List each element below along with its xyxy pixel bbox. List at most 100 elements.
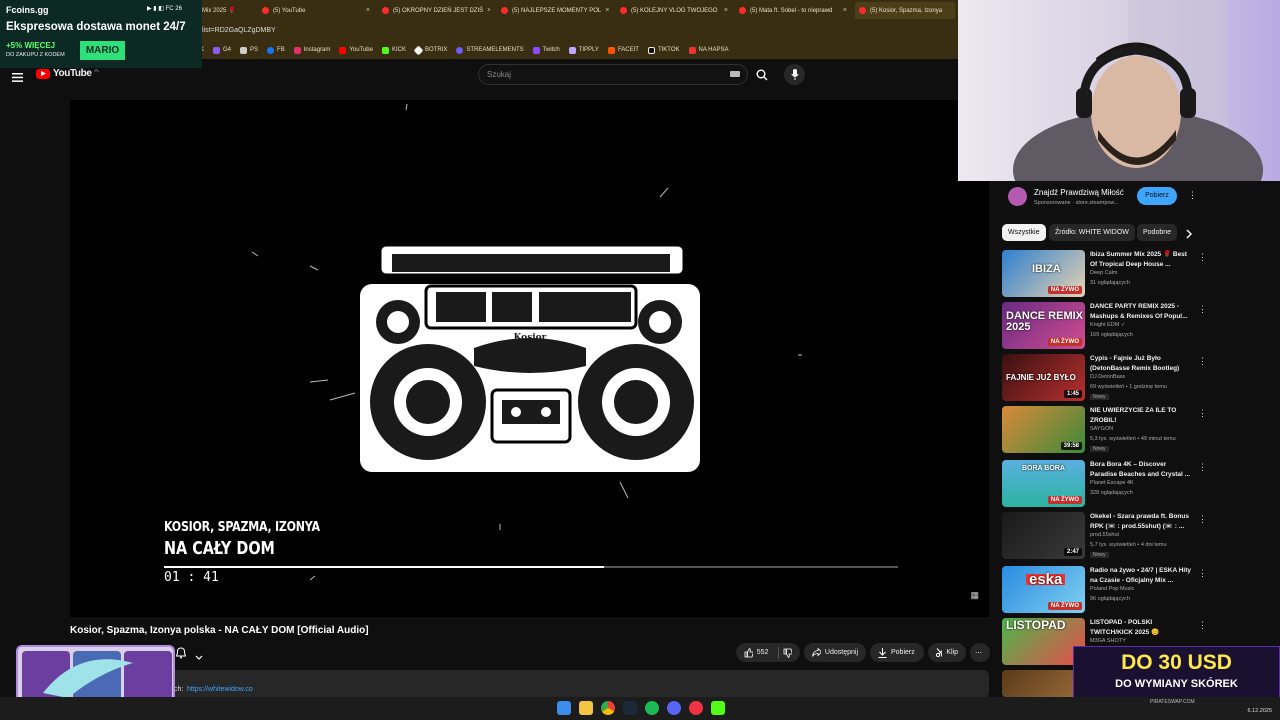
tab-label: (5) KOLEJNY VLOG TWOJEGO — [631, 7, 718, 14]
thumbs-down-icon[interactable] — [783, 648, 792, 658]
faceit-icon — [607, 46, 615, 54]
tab-label: (5) NAJLEPSZE MOMENTY POL — [512, 7, 602, 14]
bookmark-item[interactable]: KICK — [381, 46, 406, 54]
rec-meta: 328 oglądających — [1090, 490, 1133, 496]
taskbar-date: 6.12.2025 — [1247, 708, 1272, 714]
bookmark-item[interactable]: TIPPLY — [568, 46, 599, 54]
chevron-down-icon[interactable] — [195, 648, 203, 666]
more-vertical-icon[interactable]: ⋮ — [1188, 190, 1197, 201]
more-vertical-icon[interactable]: ⋮ — [1198, 568, 1207, 579]
rec-title: Ibiza Summer Mix 2025 🌹 Best Of Tropical… — [1090, 251, 1187, 268]
spotify-icon[interactable] — [645, 701, 659, 715]
like-button[interactable]: 552 — [736, 643, 800, 662]
logo-region: PL — [94, 68, 100, 73]
rec-channel: Deep Calm — [1090, 270, 1118, 276]
more-vertical-icon[interactable]: ⋮ — [1198, 462, 1207, 473]
recommendation-item[interactable]: FAJNIE JUŻ BYŁO 1:45 Cypis - Fajnie Już B… — [1002, 354, 1207, 404]
more-vertical-icon[interactable]: ⋮ — [1198, 304, 1207, 315]
instagram-icon — [293, 46, 301, 54]
download-icon — [878, 647, 887, 658]
rec-meta: 5,7 tys. wyświetleń • 4 dni temu — [1090, 542, 1167, 548]
recommendation-item[interactable]: 39:58 NIE UWIERZYCIE ZA ILE TO ZROBIL! S… — [1002, 406, 1207, 456]
recommendation-item[interactable]: eska NA ŻYWO Radio na żywo • 24/7 | ESKA … — [1002, 566, 1207, 616]
rec-channel: DJ DetonBass — [1090, 374, 1126, 380]
voice-search-button[interactable] — [784, 64, 805, 85]
browser-tab[interactable]: (5) NAJLEPSZE MOMENTY POL × — [501, 2, 609, 19]
bookmark-item[interactable]: FACEIT — [607, 46, 639, 54]
close-icon[interactable]: × — [487, 7, 490, 14]
close-icon[interactable]: × — [366, 7, 370, 14]
tab-label: Mix 2025 🌹 — [202, 8, 236, 14]
video-player[interactable]: Kosior KOSIOR, SPAZMA, IZONYA NA CAŁY DO… — [70, 100, 989, 617]
keyboard-icon[interactable] — [730, 71, 740, 77]
bookmark-item[interactable]: STREAMELEMENTS — [456, 46, 524, 54]
search-placeholder: Szukaj — [487, 70, 512, 79]
menu-icon[interactable] — [12, 69, 23, 87]
promo-site: PIRATESWAP.COM — [1150, 699, 1195, 705]
recommendation-item[interactable]: 2:47 Okekel - Szara prawda ft. Bonus RPK… — [1002, 512, 1207, 562]
live-badge: NA ŻYWO — [1047, 602, 1082, 610]
knife-icon — [43, 659, 133, 698]
download-button[interactable]: Pobierz — [870, 643, 924, 662]
browser-tab[interactable]: (5) OKROPNY DZIEŃ JEST DZIŚ × — [382, 2, 490, 19]
facebook-icon — [267, 46, 275, 54]
rec-title: Bora Bora 4K – Discover Paradise Beaches… — [1090, 461, 1191, 478]
recommendation-item[interactable]: DANCE REMIX 2025 NA ŻYWO DANCE PARTY REMI… — [1002, 302, 1207, 352]
ad-download-button[interactable]: Pobierz — [1137, 187, 1177, 205]
bookmark-icon — [688, 46, 696, 54]
chip-source[interactable]: Źródło: WHITE WIDOW — [1049, 224, 1135, 241]
browser-tab[interactable]: (5) KOLEJNY VLOG TWOJEGO × — [620, 2, 728, 19]
sponsored-ad[interactable]: Znajdź Prawdziwą Miłość Sponsorowane · s… — [1003, 184, 1203, 211]
bookmark-item[interactable]: FB — [267, 46, 285, 54]
url-text: list=RD2GaQLZgDMBY — [202, 27, 276, 34]
more-vertical-icon[interactable]: ⋮ — [1198, 356, 1207, 367]
browser-tab[interactable]: (5) YouTube × — [262, 2, 370, 19]
bookmark-icon — [213, 46, 221, 54]
thumbnail: FAJNIE JUŻ BYŁO 1:45 — [1002, 354, 1085, 401]
kick-icon[interactable] — [711, 701, 725, 715]
more-vertical-icon[interactable]: ⋮ — [1198, 408, 1207, 419]
chip-similar[interactable]: Podobne — [1137, 224, 1178, 241]
recommendation-item[interactable]: IBIZA NA ŻYWO Ibiza Summer Mix 2025 🌹 Bes… — [1002, 250, 1207, 300]
windows-start-icon[interactable] — [557, 701, 571, 715]
bookmark-item[interactable]: YouTube — [339, 46, 373, 54]
search-button[interactable] — [748, 64, 776, 85]
chrome-icon[interactable] — [601, 701, 615, 715]
more-vertical-icon[interactable]: ⋮ — [1198, 514, 1207, 525]
more-actions-button[interactable]: ⋯ — [970, 643, 990, 662]
bookmark-item[interactable]: Instagram — [293, 46, 330, 54]
notification-bell-icon[interactable] — [175, 646, 187, 664]
browser-tab-active[interactable]: (5) Kosior, Spazma, Izonya — [855, 2, 955, 19]
more-vertical-icon[interactable]: ⋮ — [1198, 252, 1207, 263]
browser-tab[interactable]: Mix 2025 🌹 — [202, 2, 258, 19]
bookmark-item[interactable]: NA HAPSA — [688, 46, 729, 54]
bookmark-item[interactable]: BOTRIX — [413, 45, 447, 55]
bookmark-item[interactable]: PS — [240, 46, 258, 54]
description-link[interactable]: https://whitewidow.co — [187, 686, 253, 693]
rec-channel: Planet Escape 4K — [1090, 480, 1134, 486]
steam-icon[interactable] — [623, 701, 637, 715]
app-icon[interactable] — [689, 701, 703, 715]
share-button[interactable]: Udostępnij — [804, 643, 866, 662]
rec-meta: 5,3 tys. wyświetleń • 49 minut temu — [1090, 436, 1176, 442]
ad-title: Znajdź Prawdziwą Miłość — [1034, 188, 1124, 197]
promo-headline: Ekspresowa dostawa monet 24/7 — [6, 21, 186, 33]
chip-all[interactable]: Wszystkie — [1002, 224, 1046, 241]
browser-tab[interactable]: (5) Mata ft. Sobel - to nieprawd × — [739, 2, 847, 19]
chevron-right-icon[interactable] — [1186, 226, 1193, 244]
discord-icon[interactable] — [667, 701, 681, 715]
bookmark-item[interactable]: TIKTOK — [647, 46, 680, 54]
more-vertical-icon[interactable]: ⋮ — [1198, 620, 1207, 631]
close-icon[interactable]: × — [605, 7, 609, 14]
search-input[interactable]: Szukaj — [478, 64, 748, 85]
close-icon[interactable]: × — [843, 7, 847, 14]
description-box[interactable]: ch: https://whitewidow.co — [70, 670, 989, 698]
bookmark-item[interactable]: Twitch — [532, 46, 560, 54]
file-explorer-icon[interactable] — [579, 701, 593, 715]
close-icon[interactable]: × — [724, 7, 728, 14]
youtube-logo[interactable]: YouTube PL — [36, 68, 99, 79]
clip-button[interactable]: Klip — [928, 643, 966, 662]
recommendation-item[interactable]: BORA BORA NA ŻYWO Bora Bora 4K – Discover… — [1002, 460, 1207, 510]
bookmark-item[interactable]: G4 — [213, 46, 231, 54]
bookmark-icon — [240, 46, 248, 54]
